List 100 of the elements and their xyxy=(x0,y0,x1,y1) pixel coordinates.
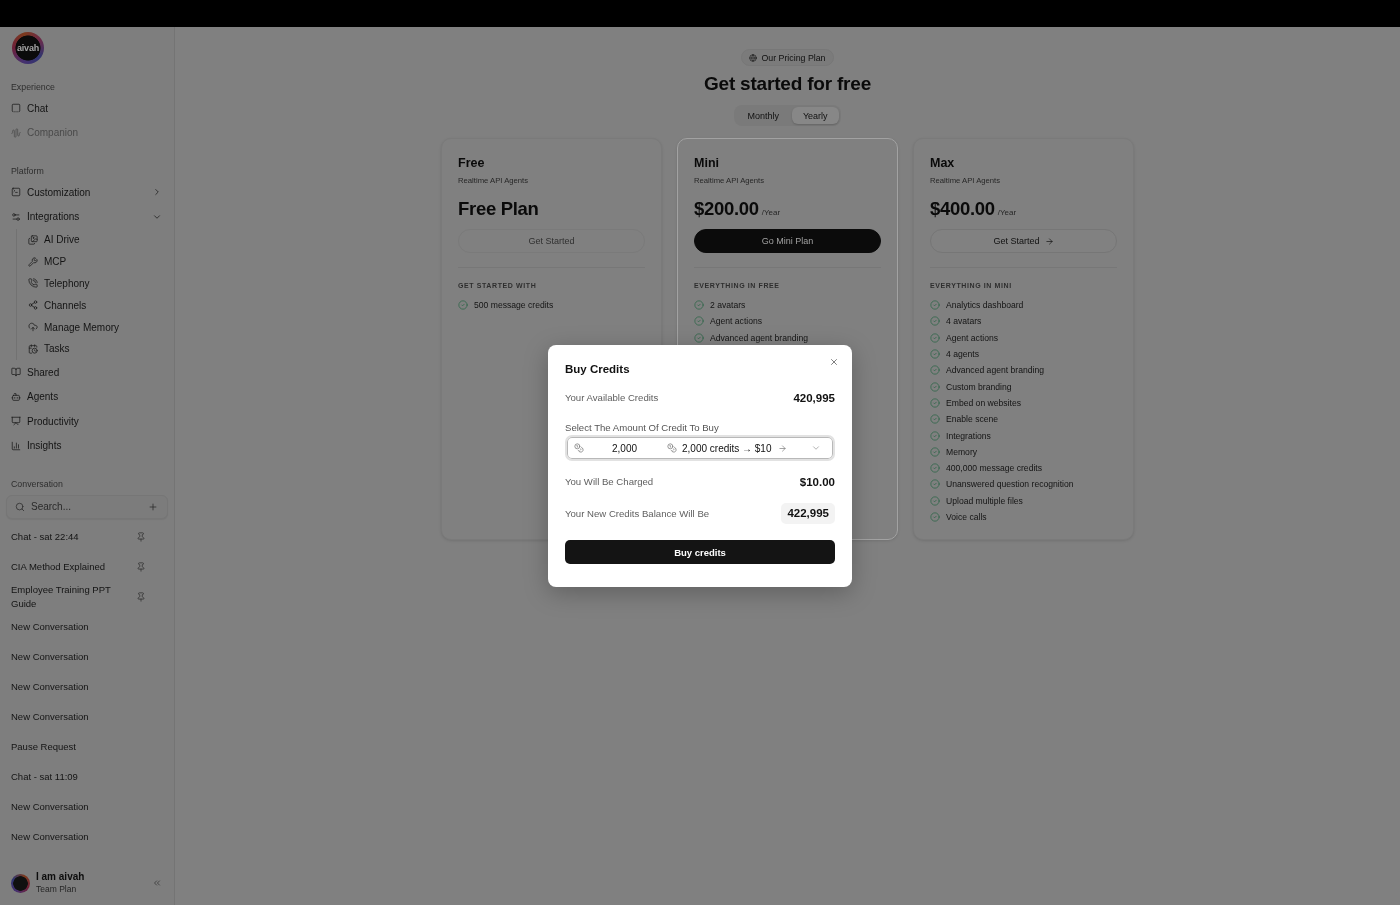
globe-icon xyxy=(749,53,758,62)
conversation-item[interactable]: New Conversation xyxy=(0,791,174,822)
calendar-clock-icon xyxy=(28,343,38,354)
summary-label: Your Available Credits xyxy=(565,391,659,405)
check-circle-icon xyxy=(694,316,704,327)
robot-icon xyxy=(11,391,21,402)
nav-item[interactable]: Integrations xyxy=(0,204,174,229)
coins-icon xyxy=(667,443,677,453)
nav-item[interactable]: Insights xyxy=(0,433,174,458)
dialog-title: Buy Credits xyxy=(565,362,631,376)
feature-text: Unanswered question recognition xyxy=(946,479,1074,490)
conversation-item[interactable]: New Conversation xyxy=(0,671,174,702)
arrow-right-icon xyxy=(1044,236,1054,246)
amount-value: 2,000 xyxy=(612,442,639,454)
conversation-item[interactable]: New Conversation xyxy=(0,611,174,642)
nav-item[interactable]: Chat xyxy=(0,96,174,121)
presentation-board-icon xyxy=(11,416,21,427)
plan-name: Free xyxy=(458,155,486,171)
nav-subitem[interactable]: Telephony xyxy=(28,272,174,295)
bar-chart-icon xyxy=(11,440,21,451)
nav-subitem[interactable]: AI Drive xyxy=(28,229,174,251)
search-icon xyxy=(15,501,25,512)
summary-value: $10.00 xyxy=(799,475,835,489)
coins-icon xyxy=(574,443,584,453)
summary-value: 420,995 xyxy=(793,391,835,405)
chevron-right-icon[interactable] xyxy=(152,187,162,198)
waveform-icon xyxy=(11,127,21,138)
close-icon[interactable] xyxy=(829,357,839,367)
plan-button[interactable]: Go Mini Plan xyxy=(694,229,881,253)
feature-text: 4 avatars xyxy=(946,316,982,327)
feature-text: Agent actions xyxy=(946,332,999,343)
pin-icon[interactable] xyxy=(136,591,146,602)
terminal-square-icon xyxy=(11,187,21,198)
nav-item[interactable]: Agents xyxy=(0,384,174,409)
feature-text: Advanced agent branding xyxy=(946,365,1044,376)
field-label: Select The Amount Of Credit To Buy xyxy=(565,421,720,435)
feature-text: Integrations xyxy=(946,430,991,441)
check-circle-icon xyxy=(930,349,940,360)
nav-item[interactable]: Shared xyxy=(0,359,174,385)
check-circle-icon xyxy=(930,300,940,311)
conversation-item[interactable]: New Conversation xyxy=(0,641,174,672)
chevron-down-icon[interactable] xyxy=(811,443,821,453)
check-circle-icon xyxy=(930,495,940,506)
conversation-item[interactable]: New Conversation xyxy=(0,701,174,732)
section-label: Platform xyxy=(11,166,44,176)
square-icon xyxy=(11,103,21,114)
feature-text: 400,000 message credits xyxy=(946,463,1043,474)
feature-text: Memory xyxy=(946,446,978,457)
check-circle-icon xyxy=(930,463,940,474)
summary-label: You Will Be Charged xyxy=(565,475,654,489)
nav-subitem[interactable]: MCP xyxy=(28,250,174,273)
collapse-icon[interactable] xyxy=(152,878,162,888)
buy-credits-button[interactable]: Buy credits xyxy=(565,540,835,564)
conversation-item[interactable]: Chat - sat 22:44 xyxy=(0,521,174,552)
nav-subitem[interactable]: Manage Memory xyxy=(28,316,174,338)
sliders-icon xyxy=(11,211,21,222)
balance-value: 422,995 xyxy=(781,503,835,524)
plan-button[interactable]: Get Started xyxy=(930,229,1117,253)
check-circle-icon xyxy=(930,479,940,490)
nav-subitem[interactable]: Channels xyxy=(28,294,174,317)
selected-option: 2,000 credits → $10 xyxy=(682,442,772,454)
conversation-item[interactable]: Employee Training PPT Guide xyxy=(0,581,174,612)
conversation-item[interactable]: CIA Method Explained xyxy=(0,551,174,582)
plan-name: Mini xyxy=(694,155,720,171)
credit-amount-select[interactable]: 2,000 2,000 credits → $10 xyxy=(565,435,835,461)
conversation-item[interactable]: New Conversation xyxy=(0,821,174,852)
plus-icon[interactable] xyxy=(148,501,158,512)
pin-icon[interactable] xyxy=(136,531,146,542)
feature-text: Agent actions xyxy=(710,316,763,327)
feature-text: 500 message credits xyxy=(474,300,554,311)
check-circle-icon xyxy=(930,316,940,327)
open-book-icon xyxy=(11,367,21,378)
search-field[interactable]: Search... xyxy=(6,494,168,519)
plan-price: $400.00 xyxy=(930,197,995,221)
avatar xyxy=(11,873,30,893)
nav-item[interactable]: Customization xyxy=(0,180,174,205)
images-icon xyxy=(28,234,38,245)
cloud-upload-icon xyxy=(28,322,38,333)
plan-name: Max xyxy=(930,155,956,171)
phone-icon xyxy=(28,278,38,289)
nav-item[interactable]: Productivity xyxy=(0,408,174,434)
conversation-item[interactable]: Chat - sat 11:09 xyxy=(0,761,174,792)
logo-text: aivah xyxy=(17,43,39,53)
price-period: /Year xyxy=(761,208,781,217)
billing-tab[interactable]: Monthly xyxy=(736,107,790,124)
nav-subitem[interactable]: Tasks xyxy=(28,338,174,360)
feature-text: Advanced agent branding xyxy=(710,332,808,343)
check-circle-icon xyxy=(694,332,704,343)
wrench-icon xyxy=(28,256,38,267)
plan-price: Free Plan xyxy=(458,197,539,221)
feature-text: 2 avatars xyxy=(710,300,746,311)
check-circle-icon xyxy=(458,300,468,311)
billing-tab[interactable]: Yearly xyxy=(791,107,839,124)
arrow-right-icon xyxy=(777,443,787,453)
conversation-item[interactable]: Pause Request xyxy=(0,731,174,762)
check-circle-icon xyxy=(694,300,704,311)
feature-text: Analytics dashboard xyxy=(946,300,1024,311)
check-circle-icon xyxy=(930,512,940,522)
check-circle-icon xyxy=(930,414,940,425)
pin-icon[interactable] xyxy=(136,561,146,572)
